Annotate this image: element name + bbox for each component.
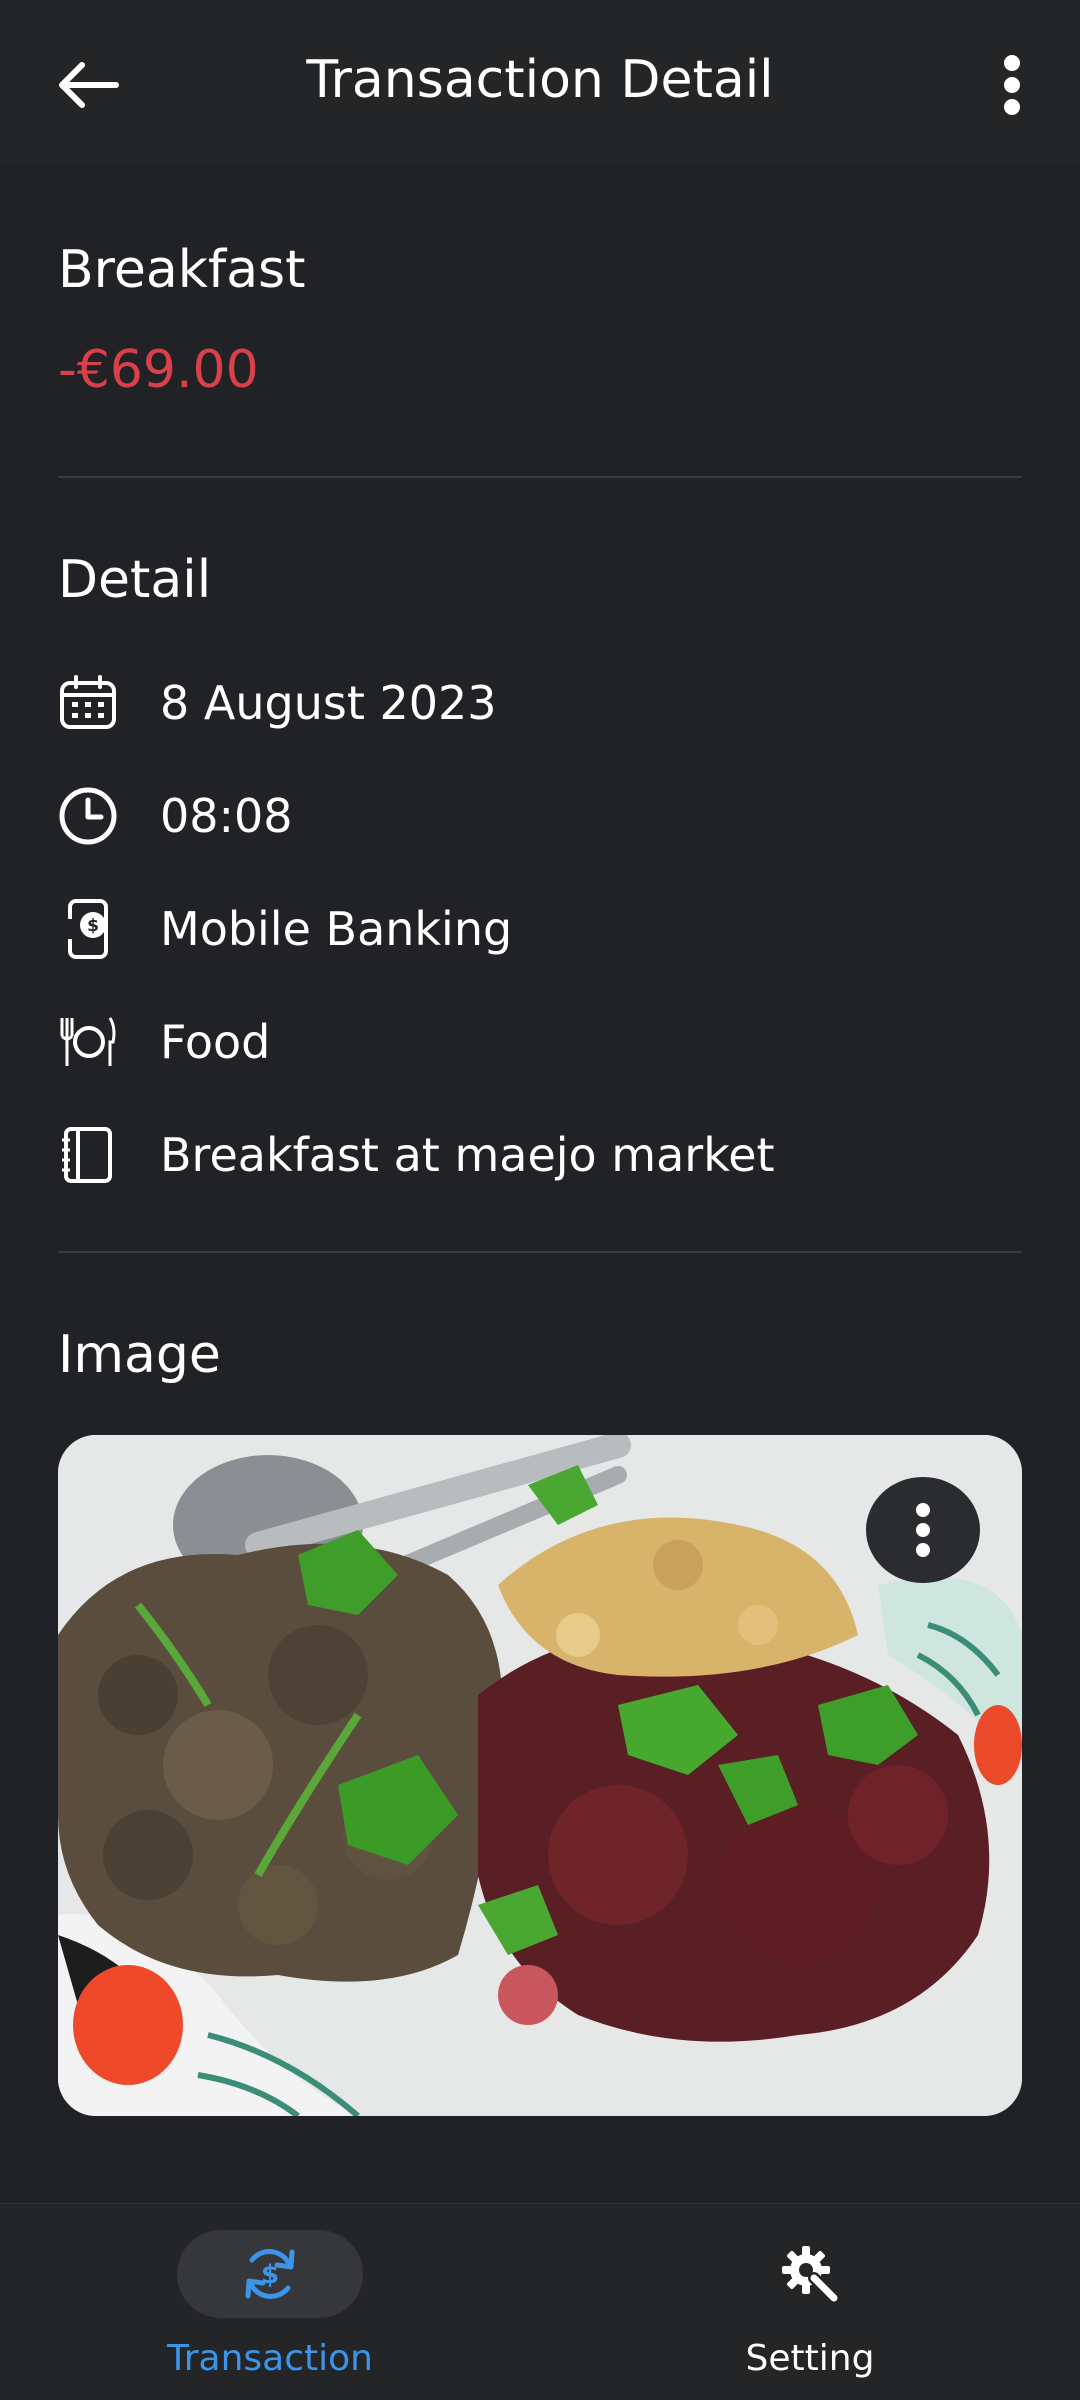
date-value: 8 August 2023 (160, 676, 497, 730)
more-vertical-icon (916, 1503, 930, 1557)
transaction-photo[interactable] (58, 1435, 1022, 2116)
nav-icon-container (717, 2230, 903, 2318)
notebook-icon (58, 1123, 118, 1187)
page-title: Transaction Detail (306, 50, 774, 110)
detail-row-category: Food (58, 1002, 1022, 1082)
bottom-navigation: $ Transaction Setting (0, 2203, 1080, 2400)
svg-text:$: $ (87, 916, 99, 936)
transaction-amount: -€69.00 (58, 340, 259, 400)
transaction-detail-screen: Transaction Detail Breakfast -€69.00 Det… (0, 0, 1080, 2400)
svg-text:$: $ (261, 2260, 279, 2290)
clock-icon (58, 784, 118, 848)
image-options-button[interactable] (866, 1477, 980, 1583)
category-value: Food (160, 1015, 271, 1069)
gear-wrench-icon (782, 2246, 840, 2304)
time-value: 08:08 (160, 789, 293, 843)
image-section-title: Image (58, 1325, 221, 1385)
detail-section-title: Detail (58, 550, 212, 610)
nav-item-setting[interactable]: Setting (660, 2230, 960, 2390)
nav-item-transaction[interactable]: $ Transaction (120, 2230, 420, 2390)
more-vertical-icon (1004, 55, 1020, 115)
plate-cutlery-icon (58, 1010, 118, 1074)
more-options-button[interactable] (964, 40, 1060, 130)
payment-method-value: Mobile Banking (160, 902, 513, 956)
nav-label-transaction: Transaction (167, 2338, 373, 2379)
calendar-icon (58, 671, 118, 735)
detail-row-note: Breakfast at maejo market (58, 1115, 1022, 1195)
divider (58, 1251, 1022, 1253)
detail-row-date: 8 August 2023 (58, 663, 1022, 743)
nav-label-setting: Setting (745, 2338, 875, 2379)
dollar-refresh-icon: $ (245, 2249, 295, 2299)
detail-row-time: 08:08 (58, 776, 1022, 856)
transaction-name: Breakfast (58, 240, 306, 300)
mobile-payment-icon: $ (58, 897, 118, 961)
note-value: Breakfast at maejo market (160, 1128, 775, 1182)
detail-row-payment: $ Mobile Banking (58, 889, 1022, 969)
divider (58, 476, 1022, 478)
nav-active-indicator: $ (177, 2230, 363, 2318)
top-app-bar: Transaction Detail (0, 0, 1080, 166)
